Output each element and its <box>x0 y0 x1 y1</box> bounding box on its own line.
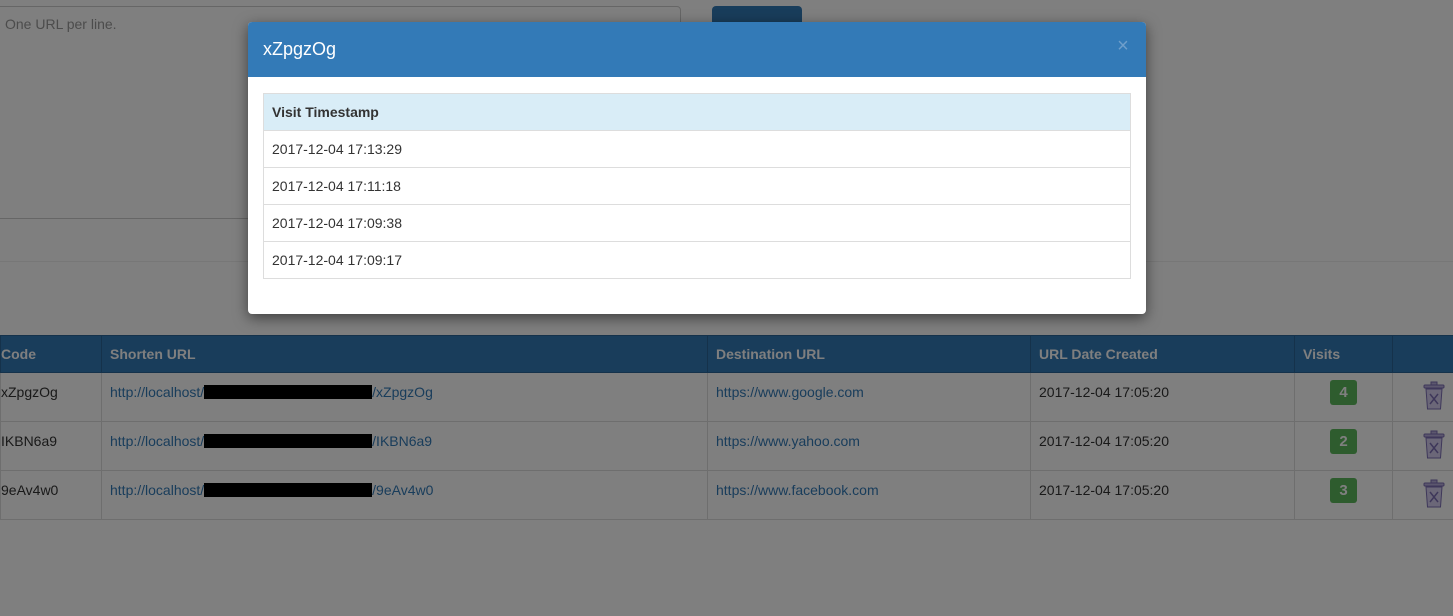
modal-header: xZpgzOg × <box>248 22 1146 77</box>
visit-timestamp: 2017-12-04 17:13:29 <box>263 130 1131 168</box>
visits-modal: xZpgzOg × Visit Timestamp 2017-12-04 17:… <box>248 22 1146 314</box>
table-row: 2017-12-04 17:11:18 <box>263 167 1131 205</box>
table-row: 2017-12-04 17:13:29 <box>263 130 1131 168</box>
modal-body: Visit Timestamp 2017-12-04 17:13:29 2017… <box>248 77 1146 279</box>
modal-title: xZpgzOg <box>263 39 337 59</box>
table-row: 2017-12-04 17:09:17 <box>263 241 1131 279</box>
table-row: 2017-12-04 17:09:38 <box>263 204 1131 242</box>
visit-timestamp-table: Visit Timestamp 2017-12-04 17:13:29 2017… <box>263 93 1131 279</box>
visit-timestamp: 2017-12-04 17:09:17 <box>263 241 1131 279</box>
visit-timestamp: 2017-12-04 17:09:38 <box>263 204 1131 242</box>
visit-table-header-row: Visit Timestamp <box>263 93 1131 131</box>
close-icon[interactable]: × <box>1115 35 1131 57</box>
visit-timestamp: 2017-12-04 17:11:18 <box>263 167 1131 205</box>
col-header-visit-timestamp: Visit Timestamp <box>263 93 1131 131</box>
